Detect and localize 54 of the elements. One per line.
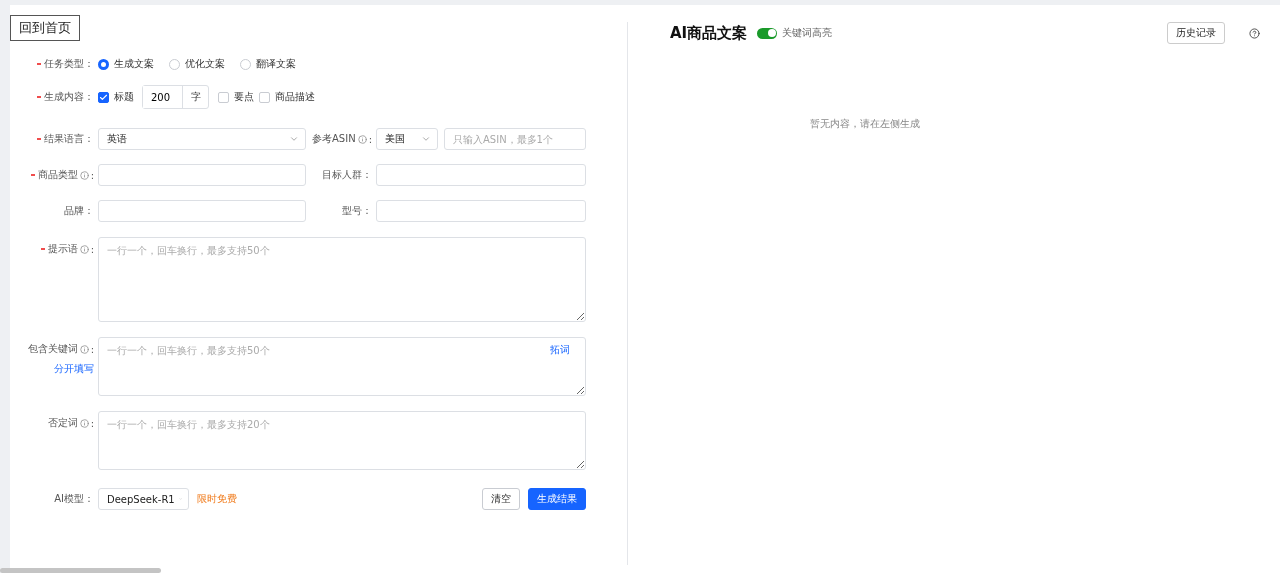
checkbox[interactable] — [98, 91, 109, 103]
country-select[interactable]: 美国 — [376, 128, 438, 150]
chevron-down-icon — [289, 134, 299, 144]
radio-label[interactable]: 优化文案 — [185, 57, 225, 71]
info-icon[interactable] — [79, 244, 89, 254]
field-label: 提示语 : — [10, 237, 94, 256]
required-mark — [30, 174, 35, 176]
text-input[interactable] — [98, 200, 306, 222]
text-input[interactable] — [376, 200, 586, 222]
home-button[interactable]: 回到首页 — [10, 15, 80, 41]
clear-button[interactable]: 清空 — [482, 488, 520, 510]
radio-label[interactable]: 生成文案 — [114, 57, 154, 71]
checkbox-label[interactable]: 要点 — [234, 90, 254, 104]
required-mark — [37, 138, 41, 140]
generate-button[interactable]: 生成结果 — [528, 488, 586, 510]
radio-label[interactable]: 翻译文案 — [256, 57, 296, 71]
length-input[interactable]: 200 字 — [142, 85, 209, 109]
empty-message: 暂无内容，请在左侧生成 — [809, 117, 921, 131]
field-label: 参考ASIN : — [311, 132, 372, 146]
free-note: 限时免费 — [197, 492, 237, 506]
checkbox-label[interactable]: 商品描述 — [275, 90, 315, 104]
required-mark — [40, 248, 45, 250]
field-label: 生成内容： — [10, 90, 94, 104]
toggle-label: 关键词高亮 — [782, 26, 833, 40]
info-icon[interactable] — [357, 134, 367, 144]
split-fill-link[interactable]: 分开填写 — [54, 362, 94, 376]
expand-keywords-link[interactable]: 拓词 — [550, 343, 570, 357]
info-icon[interactable] — [79, 170, 89, 180]
field-label: 任务类型： — [10, 57, 94, 71]
required-mark — [37, 63, 41, 65]
required-mark — [37, 96, 41, 98]
language-select[interactable]: 英语 — [98, 128, 306, 150]
field-label: AI模型： — [53, 492, 94, 506]
model-select[interactable]: DeepSeek-R1 — [98, 488, 189, 510]
info-icon[interactable] — [79, 344, 89, 354]
field-label: 目标人群： — [321, 168, 372, 182]
field-label: 否定词 : — [46, 416, 94, 430]
history-button[interactable]: 历史记录 — [1167, 22, 1225, 44]
help-icon[interactable] — [1249, 27, 1260, 39]
text-input[interactable] — [376, 164, 586, 186]
field-label: 商品类型 : — [10, 168, 94, 182]
field-label: 型号： — [341, 204, 372, 218]
checkbox-label[interactable]: 标题 — [114, 90, 134, 104]
chevron-down-icon — [421, 134, 431, 144]
field-label: 品牌： — [63, 204, 94, 218]
info-icon[interactable] — [79, 418, 89, 428]
toggle-switch[interactable] — [757, 27, 778, 39]
scrollbar[interactable] — [0, 568, 161, 573]
field-label: 结果语言： — [10, 132, 94, 146]
field-label: 包含关键词 : — [27, 342, 94, 356]
asin-input[interactable]: 只输入ASIN，最多1个 — [444, 128, 586, 150]
radio-button[interactable] — [98, 58, 109, 70]
panel-title: AI商品文案 — [670, 23, 748, 43]
text-input[interactable] — [98, 164, 306, 186]
